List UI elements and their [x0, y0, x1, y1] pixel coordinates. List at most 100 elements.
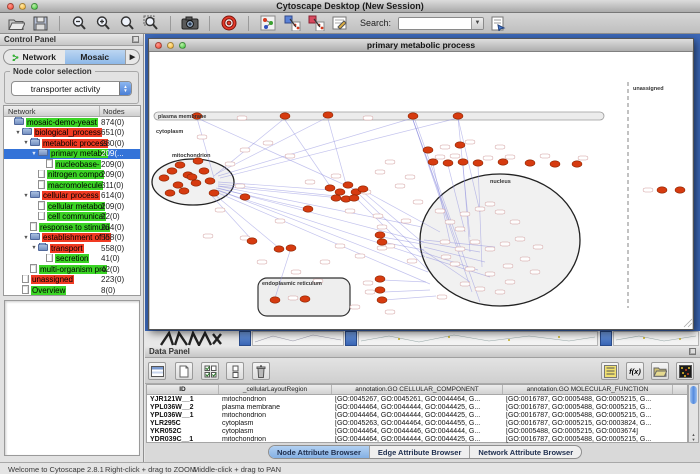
node-label-chip [495, 145, 505, 149]
file-icon [38, 201, 45, 212]
background-window-titlebar[interactable] [345, 331, 357, 346]
tree-row-node-count: 614(0) [101, 191, 124, 200]
node-label-chip [335, 244, 345, 248]
network-node [240, 194, 250, 200]
tree-row[interactable]: cellular metabol209(0) [4, 201, 140, 212]
browser-tab-network[interactable]: Network Attribute Browser [470, 446, 581, 458]
search-results-icon[interactable] [488, 14, 508, 32]
network-canvas[interactable]: plasma membranecytoplasmmitochondrionnuc… [150, 52, 692, 329]
network-node [428, 159, 438, 165]
attribute-table-icon[interactable] [148, 362, 166, 380]
nucleus-label: nucleus [490, 179, 511, 185]
table-row[interactable]: YDR039C__1mitochondrion[GO:0044464, GO:0… [147, 435, 687, 443]
expander-icon[interactable]: ▼ [22, 235, 30, 241]
tab-network[interactable]: Network [4, 50, 65, 64]
new-attribute-icon[interactable] [175, 362, 193, 380]
zoom-in-icon[interactable] [93, 14, 113, 32]
attribute-mapper-1-icon[interactable] [282, 14, 302, 32]
table-cell: YLR295C [147, 420, 219, 427]
table-row[interactable]: YJR121W__1mitochondrion[GO:0045267, GO:0… [147, 395, 687, 403]
network-window-titlebar[interactable]: primary metabolic process [149, 39, 693, 52]
background-window-titlebar[interactable] [600, 331, 612, 346]
network-node [453, 113, 463, 119]
expander-icon[interactable]: ▼ [22, 140, 30, 146]
vizmapper-icon[interactable] [258, 14, 278, 32]
tree-row[interactable]: ▼metabolic process280(0) [4, 138, 140, 149]
zoom-selected-icon[interactable] [117, 14, 137, 32]
function-builder-icon[interactable]: f(x) [626, 362, 644, 380]
background-window-titlebar[interactable] [239, 331, 251, 346]
tree-row[interactable]: nucleobase-209(0) [4, 159, 140, 170]
select-attributes-icon[interactable] [201, 362, 219, 380]
node-color-dropdown[interactable]: transporter activity ▲▼ [11, 81, 132, 96]
tree-row[interactable]: ▼biological_process651(0) [4, 128, 140, 139]
attribute-table: ID _cellularLayoutRegion annotation.GO C… [146, 384, 688, 443]
browser-tab-node[interactable]: Node Attribute Browser [269, 446, 370, 458]
table-row[interactable]: YPL036W__1mitochondrion[GO:0044464, GO:0… [147, 411, 687, 419]
expander-icon[interactable]: ▼ [30, 245, 38, 251]
float-panel-icon[interactable] [132, 36, 139, 43]
background-window-fragment[interactable] [358, 331, 598, 346]
network-edge [384, 290, 430, 292]
table-row[interactable]: YLR295Ccytoplasm[GO:0045263, GO:0044464,… [147, 419, 687, 427]
browser-tab-edge[interactable]: Edge Attribute Browser [370, 446, 470, 458]
column-cellular-layout-region: _cellularLayoutRegion [219, 385, 332, 394]
tree-row[interactable]: ▼transport558(0) [4, 243, 140, 254]
attribute-table-header[interactable]: ID _cellularLayoutRegion annotation.GO C… [147, 385, 687, 395]
attribute-list-icon[interactable] [601, 362, 619, 380]
attribute-browser-tabs: Node Attribute BrowserEdge Attribute Bro… [268, 445, 582, 459]
attribute-mapper-2-icon[interactable] [306, 14, 326, 32]
tree-row[interactable]: nitrogen compo209(0) [4, 170, 140, 181]
tree-row[interactable]: ▼cellular process614(0) [4, 191, 140, 202]
tree-row[interactable]: unassigned223(0) [4, 275, 140, 286]
annotation-icon[interactable] [330, 14, 350, 32]
tree-row[interactable]: mosaic-demo-yeast874(0) [4, 117, 140, 128]
app-title-bar[interactable]: Cytoscape Desktop (New Session) [0, 0, 700, 13]
search-input[interactable] [399, 18, 471, 29]
node-label-chip [460, 212, 470, 216]
tree-row[interactable]: macromolecule311(0) [4, 180, 140, 191]
control-panel-tabbar: Network Mosaic ▶ [3, 49, 140, 65]
zoom-out-icon[interactable] [69, 14, 89, 32]
network-edge [356, 198, 428, 270]
tree-row[interactable]: Overview8(0) [4, 285, 140, 296]
table-row[interactable]: YKR052Ccytoplasm[GO:0044464, GO:0044446,… [147, 427, 687, 435]
table-row[interactable]: YPL036W__2plasma membrane[GO:0044464, GO… [147, 403, 687, 411]
tab-mosaic[interactable]: Mosaic [65, 50, 126, 64]
tree-row[interactable]: response to stimulu264(0) [4, 222, 140, 233]
attribute-matrix-icon[interactable] [676, 362, 694, 380]
background-window-fragment[interactable] [252, 331, 344, 346]
node-label-chip [510, 220, 520, 224]
tree-row[interactable]: multi-organism pro42(0) [4, 264, 140, 275]
tree-row[interactable]: ▼establishment of lo558(0) [4, 233, 140, 244]
zoom-fit-icon[interactable] [141, 14, 161, 32]
background-window-fragment[interactable] [613, 331, 699, 346]
save-session-icon[interactable] [30, 14, 50, 32]
delete-attribute-trash-icon[interactable] [252, 362, 270, 380]
expander-icon[interactable]: ▼ [14, 130, 22, 136]
unselect-attributes-icon[interactable] [226, 362, 244, 380]
network-node [247, 238, 257, 244]
tree-row[interactable]: ▼primary metabo209(... [4, 149, 140, 160]
open-file-icon[interactable] [6, 14, 26, 32]
table-scrollbar-arrows[interactable]: ▲▼ [689, 432, 698, 442]
search-dropdown-arrow[interactable]: ▼ [471, 18, 483, 29]
import-attributes-folder-icon[interactable] [651, 362, 669, 380]
network-edge [216, 188, 308, 209]
tree-row[interactable]: secretion41(0) [4, 254, 140, 265]
table-scrollbar[interactable]: ▲▼ [688, 384, 699, 443]
tree-row[interactable]: cell communicat22(0) [4, 212, 140, 223]
network-graph[interactable]: plasma membranecytoplasmmitochondrionnuc… [150, 52, 692, 329]
expander-icon[interactable]: ▼ [22, 193, 30, 199]
tab-overflow-arrow[interactable]: ▶ [125, 50, 139, 64]
folder-icon [38, 149, 48, 158]
float-data-panel-icon[interactable] [689, 348, 696, 355]
network-node [525, 160, 535, 166]
network-node [335, 189, 345, 195]
snapshot-camera-icon[interactable] [180, 14, 200, 32]
tree-row-label: Overview [31, 286, 66, 295]
help-lifebuoy-icon[interactable] [219, 14, 239, 32]
table-scrollbar-thumb[interactable] [690, 386, 697, 404]
expander-icon[interactable]: ▼ [30, 151, 38, 157]
tree-header[interactable]: Network Nodes [4, 106, 140, 117]
